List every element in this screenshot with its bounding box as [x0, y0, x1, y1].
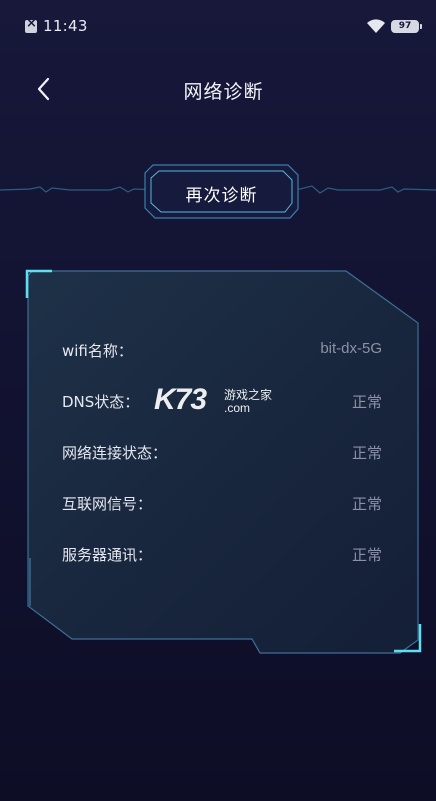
server-communication-value: 正常	[351, 546, 382, 564]
watermark-domain: .com	[224, 401, 251, 415]
battery-icon: 97	[391, 20, 422, 33]
row-internet-signal: 互联网信号： 正常	[62, 493, 382, 517]
status-bar: 11:43 97	[0, 0, 436, 56]
connection-status-label: 网络连接状态：	[62, 444, 168, 462]
rediagnose-button[interactable]: 再次诊断	[143, 163, 300, 220]
diagnostics-panel: wifi名称： bit-dx-5G DNS状态： 正常 网络连接状态： 正常 互…	[24, 268, 424, 656]
dns-status-value: 正常	[351, 393, 382, 411]
rediagnose-label: 再次诊断	[185, 186, 258, 206]
notification-icon	[25, 16, 37, 33]
watermark-logo: K73 游戏之家 .com	[154, 383, 284, 423]
internet-signal-value: 正常	[351, 495, 382, 513]
row-server-communication: 服务器通讯： 正常	[62, 544, 382, 568]
status-time: 11:43	[43, 17, 88, 35]
row-wifi-name: wifi名称： bit-dx-5G	[62, 340, 382, 364]
watermark-k73: K73	[154, 383, 207, 416]
wifi-name-value: bit-dx-5G	[320, 340, 382, 357]
wifi-name-label: wifi名称：	[62, 342, 133, 360]
internet-signal-label: 互联网信号：	[62, 495, 153, 513]
row-connection-status: 网络连接状态： 正常	[62, 442, 382, 466]
wifi-icon	[367, 19, 385, 33]
connection-status-value: 正常	[351, 444, 382, 462]
nav-bar: 网络诊断	[0, 60, 436, 116]
page-title: 网络诊断	[183, 81, 264, 103]
server-communication-label: 服务器通讯：	[62, 546, 153, 564]
dns-status-label: DNS状态：	[62, 393, 140, 411]
